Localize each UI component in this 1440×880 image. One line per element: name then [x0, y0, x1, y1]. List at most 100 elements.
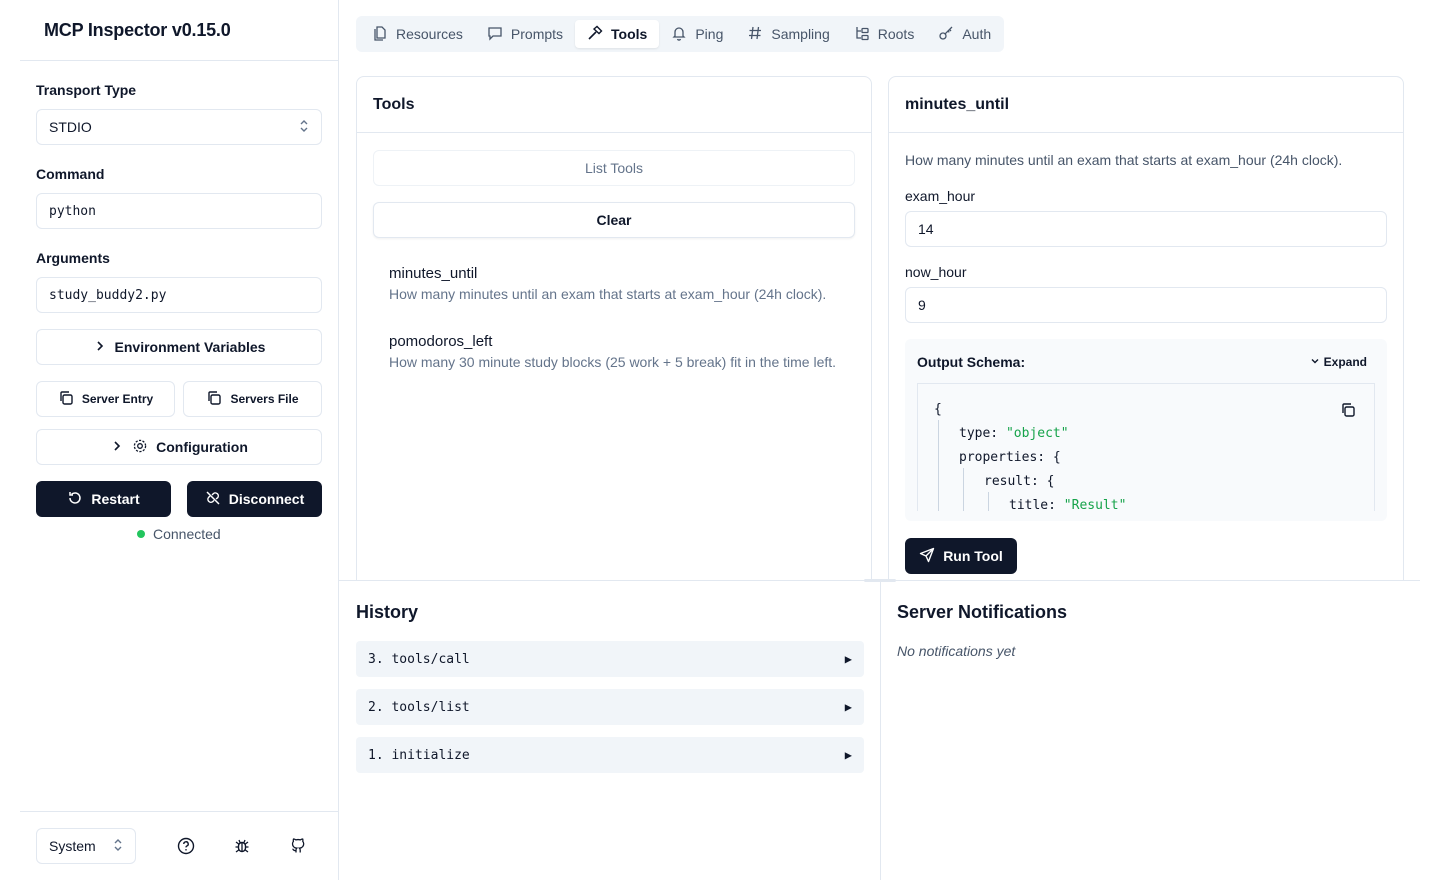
environment-variables-label: Environment Variables — [114, 339, 266, 355]
history-title: History — [356, 602, 419, 622]
tab-label: Tools — [611, 26, 648, 42]
schema-code-block: { type: "object" properties: { result: {… — [917, 383, 1375, 511]
tool-name: minutes_until — [389, 265, 478, 282]
history-item[interactable]: 2. tools/list ▶ — [356, 689, 864, 725]
code-line: { — [934, 402, 942, 417]
copy-icon[interactable] — [1340, 402, 1356, 422]
key-icon — [938, 25, 954, 44]
param-label: exam_hour — [905, 188, 976, 204]
message-square-icon — [487, 25, 503, 44]
tab-tools[interactable]: Tools — [575, 20, 660, 48]
environment-variables-button[interactable]: Environment Variables — [36, 329, 322, 365]
indent-guide — [963, 468, 964, 511]
history-item[interactable]: 3. tools/call ▶ — [356, 641, 864, 677]
clear-button[interactable]: Clear — [373, 202, 855, 238]
chevron-down-icon — [1310, 355, 1320, 369]
history-item-label: 1. initialize — [368, 747, 470, 763]
theme-select[interactable]: System — [36, 828, 136, 864]
copy-icon — [58, 390, 74, 409]
indent-guide — [988, 492, 989, 511]
tab-label: Resources — [396, 26, 463, 42]
transport-type-value: STDIO — [49, 119, 92, 135]
tab-label: Ping — [695, 26, 724, 42]
status-text: Connected — [153, 526, 221, 542]
chevron-right-icon — [93, 339, 107, 356]
tool-detail-title: minutes_until — [889, 77, 1403, 133]
notifications-empty-text: No notifications yet — [897, 643, 1016, 659]
code-line: properties: { — [959, 450, 1061, 465]
chevron-right-icon — [110, 439, 124, 456]
tab-auth[interactable]: Auth — [926, 20, 1003, 48]
expand-button[interactable]: Expand — [1310, 355, 1367, 369]
code-line: type: "object" — [959, 426, 1069, 441]
server-entry-label: Server Entry — [81, 392, 154, 406]
tab-label: Roots — [877, 26, 915, 42]
theme-value: System — [49, 838, 96, 854]
play-icon: ▶ — [844, 652, 852, 666]
now-hour-input[interactable]: 9 — [905, 287, 1387, 323]
bottom-divider — [880, 581, 881, 880]
tab-prompts[interactable]: Prompts — [475, 20, 575, 48]
unplug-icon — [205, 490, 221, 509]
history-item[interactable]: 1. initialize ▶ — [356, 737, 864, 773]
restart-button[interactable]: Restart — [36, 481, 171, 517]
server-entry-button[interactable]: Server Entry — [36, 381, 175, 417]
tools-card: Tools List Tools Clear minutes_until How… — [356, 76, 872, 596]
rotate-ccw-icon — [67, 490, 83, 509]
hammer-icon — [587, 25, 603, 44]
send-icon — [919, 547, 935, 566]
exam-hour-input[interactable]: 14 — [905, 211, 1387, 247]
servers-file-button[interactable]: Servers File — [183, 381, 322, 417]
chevron-up-down-icon — [113, 838, 123, 855]
settings-icon — [132, 438, 148, 457]
help-circle-icon[interactable] — [176, 836, 196, 856]
sidebar-divider — [20, 60, 338, 61]
output-schema-panel: Output Schema: Expand { type: "object" p… — [905, 339, 1387, 521]
arguments-input[interactable]: study_buddy2.py — [36, 277, 322, 313]
app-title: MCP Inspector v0.15.0 — [44, 20, 231, 40]
tab-label: Prompts — [510, 26, 564, 42]
run-tool-button[interactable]: Run Tool — [905, 538, 1017, 574]
folder-tree-icon — [854, 25, 870, 44]
tab-label: Auth — [962, 26, 992, 42]
tool-detail-description: How many minutes until an exam that star… — [905, 152, 1343, 168]
disconnect-button[interactable]: Disconnect — [187, 481, 322, 517]
output-schema-label: Output Schema: — [917, 354, 1026, 370]
param-label: now_hour — [905, 264, 967, 280]
files-icon — [372, 25, 388, 44]
status-dot — [137, 530, 145, 538]
code-line: result: { — [984, 474, 1055, 489]
tool-description: How many 30 minute study blocks (25 work… — [389, 354, 837, 370]
expand-label: Expand — [1323, 355, 1367, 369]
history-item-label: 2. tools/list — [368, 699, 470, 715]
list-item[interactable]: minutes_until How many minutes until an … — [389, 265, 826, 302]
indent-guide — [938, 420, 939, 511]
transport-type-label: Transport Type — [36, 82, 137, 98]
disconnect-label: Disconnect — [228, 491, 305, 507]
tool-description: How many minutes until an exam that star… — [389, 286, 827, 302]
bell-icon — [671, 25, 687, 44]
configuration-button[interactable]: Configuration — [36, 429, 322, 465]
connection-status: Connected — [137, 526, 221, 542]
copy-icon — [206, 390, 222, 409]
chevron-up-down-icon — [299, 119, 309, 136]
main-tabs: Resources Prompts Tools Ping Sampling Ro… — [356, 16, 1004, 52]
github-icon[interactable] — [288, 836, 308, 856]
command-label: Command — [36, 166, 105, 182]
tab-label: Sampling — [771, 26, 830, 42]
tab-sampling[interactable]: Sampling — [735, 20, 841, 48]
play-icon: ▶ — [844, 700, 852, 714]
arguments-label: Arguments — [36, 250, 110, 266]
tab-ping[interactable]: Ping — [659, 20, 735, 48]
list-item[interactable]: pomodoros_left How many 30 minute study … — [389, 333, 836, 370]
transport-type-select[interactable]: STDIO — [36, 109, 322, 145]
hash-icon — [747, 25, 763, 44]
restart-label: Restart — [91, 491, 140, 507]
sidebar-footer-divider — [20, 811, 338, 812]
tab-roots[interactable]: Roots — [842, 20, 927, 48]
tool-name: pomodoros_left — [389, 333, 493, 350]
tab-resources[interactable]: Resources — [360, 20, 475, 48]
list-tools-button[interactable]: List Tools — [373, 150, 855, 186]
bug-icon[interactable] — [232, 836, 252, 856]
command-input[interactable]: python — [36, 193, 322, 229]
